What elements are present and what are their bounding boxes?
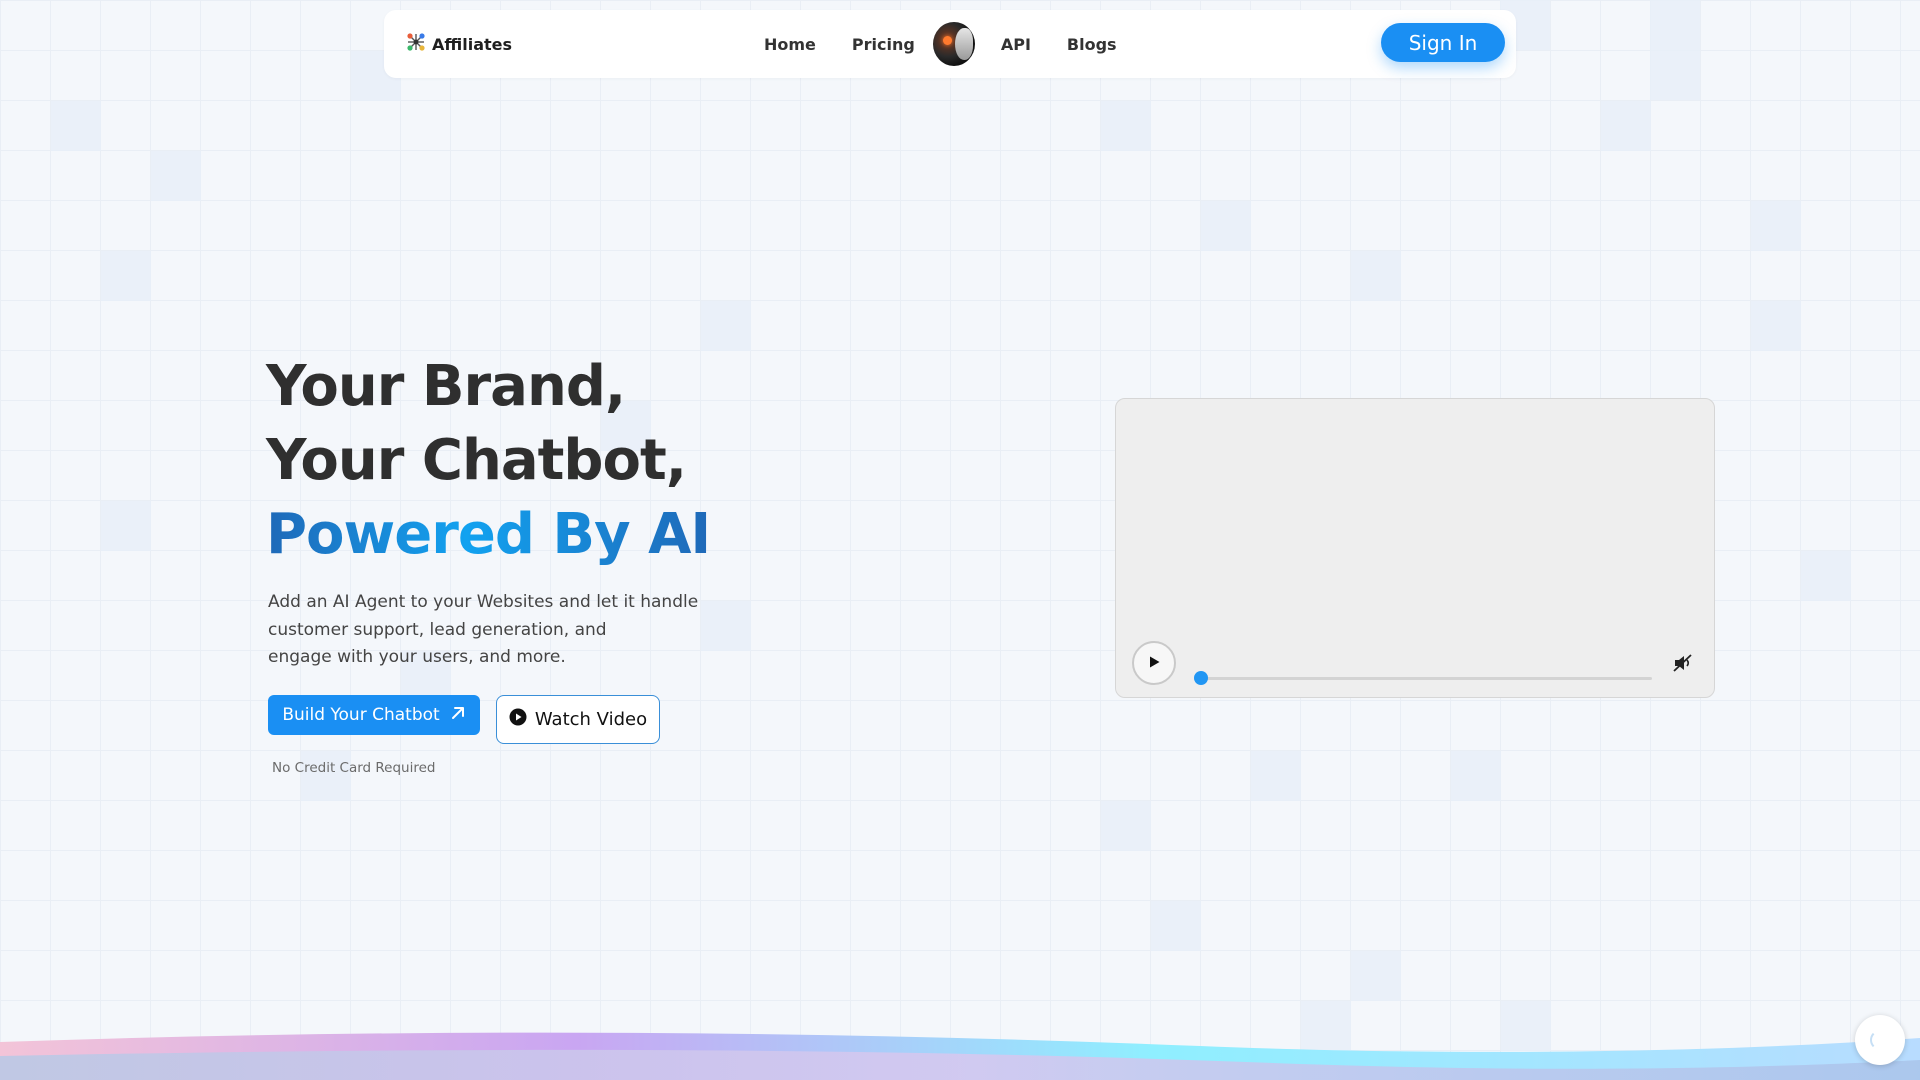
background-tile (1650, 0, 1700, 100)
speaker-muted-icon (1672, 654, 1694, 677)
play-circle-icon (509, 708, 527, 731)
background-tile (101, 251, 151, 301)
grid-nodes-icon (406, 32, 426, 56)
nav-link-api[interactable]: API (1001, 35, 1031, 54)
play-icon (1147, 655, 1161, 672)
video-progress-bar[interactable] (1193, 671, 1652, 685)
hero-title-line: Your Brand, (266, 354, 626, 419)
video-mute-button[interactable] (1671, 652, 1695, 676)
video-player[interactable] (1115, 398, 1715, 698)
background-tile (101, 501, 151, 551)
hero-description-line: engage with your users, and more. (268, 647, 566, 667)
hero-title: Your Brand, Your Chatbot, Powered By AI (266, 350, 711, 572)
nav-link-home[interactable]: Home (764, 35, 816, 54)
hero-title-line: Your Chatbot, (266, 428, 687, 493)
nav-link-pricing[interactable]: Pricing (852, 35, 915, 54)
background-tile (301, 751, 351, 801)
spinner-icon (1870, 1030, 1890, 1050)
background-tile (151, 151, 201, 201)
watch-video-label: Watch Video (534, 709, 648, 730)
background-tile (1101, 801, 1151, 851)
hero-title-accent: Powered By AI (266, 498, 711, 572)
brand-logo-link[interactable]: Affiliates (406, 32, 512, 56)
background-tile (701, 301, 751, 351)
sign-in-button[interactable]: Sign In (1381, 23, 1505, 62)
background-tile (1251, 751, 1301, 801)
background-tile (1751, 301, 1801, 351)
decorative-wave (0, 1032, 1920, 1080)
loading-widget[interactable] (1855, 1015, 1905, 1065)
brand-name: Affiliates (432, 34, 513, 54)
hero-description: Add an AI Agent to your Websites and let… (268, 589, 738, 672)
nav-links: Home Pricing API Blogs (764, 10, 1153, 78)
background-tile (1601, 101, 1651, 151)
build-chatbot-button[interactable]: Build Your Chatbot (268, 695, 480, 735)
background-tile (1801, 551, 1851, 601)
background-tile (1351, 251, 1401, 301)
background-tile (1201, 201, 1251, 251)
video-play-button[interactable] (1132, 641, 1176, 685)
robot-avatar (932, 22, 975, 66)
no-credit-card-note: No Credit Card Required (272, 760, 436, 776)
background-tile (51, 101, 101, 151)
watch-video-button[interactable]: Watch Video (496, 695, 660, 744)
video-progress-thumb[interactable] (1193, 671, 1208, 685)
arrow-up-right-icon (450, 705, 466, 726)
background-tile (1451, 751, 1501, 801)
build-chatbot-label: Build Your Chatbot (282, 705, 440, 725)
hero-description-line: Add an AI Agent to your Websites and let… (268, 592, 699, 612)
background-tile (1101, 101, 1151, 151)
hero-description-line: customer support, lead generation, and (268, 619, 607, 640)
nav-link-blogs[interactable]: Blogs (1067, 35, 1117, 54)
background-tile (1351, 951, 1401, 1001)
navbar: Affiliates Home Pricing API Blogs Sign I… (384, 10, 1516, 78)
background-tile (1151, 901, 1201, 951)
background-tile (1751, 201, 1801, 251)
